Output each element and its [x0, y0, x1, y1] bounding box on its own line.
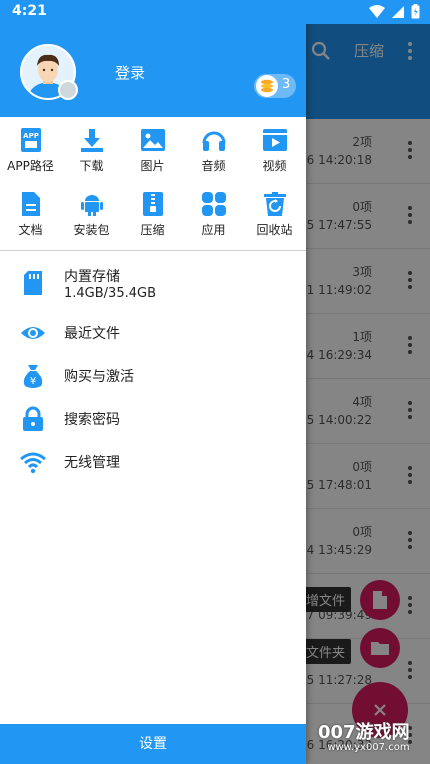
grid-item-document[interactable]: 文档: [0, 185, 61, 245]
wifi-icon: [20, 449, 46, 475]
sd-card-icon: [20, 270, 46, 296]
grid-item-zip[interactable]: 压缩: [122, 185, 183, 245]
lock-icon: [20, 406, 46, 432]
menu-item-wireless[interactable]: 无线管理: [0, 441, 306, 483]
menu-item-internal-storage[interactable]: 内置存储 1.4GB/35.4GB: [0, 262, 306, 304]
settings-button[interactable]: 设置: [0, 724, 306, 764]
menu-label: 无线管理: [64, 455, 120, 471]
grid-label: APP路径: [7, 159, 54, 173]
watermark: 007游戏网 www.yx007.com: [318, 718, 410, 753]
cell-signal-icon: [391, 4, 405, 23]
status-time: 4:21: [12, 3, 47, 19]
drawer-header: 登录 3: [0, 24, 306, 117]
android-icon: [79, 191, 105, 217]
grid-label: 应用: [201, 223, 226, 237]
grid-label: 回收站: [256, 223, 293, 237]
grid-item-video[interactable]: 视频: [244, 121, 305, 181]
menu-label: 搜索密码: [64, 412, 120, 428]
recycle-bin-icon: [262, 191, 288, 217]
watermark-main: 007游戏网: [318, 722, 410, 743]
coin-icon: [256, 75, 278, 97]
watermark-sub: www.yx007.com: [327, 742, 410, 753]
menu-item-recent-files[interactable]: 最近文件: [0, 312, 306, 354]
grid-label: 音频: [201, 159, 226, 173]
login-link[interactable]: 登录: [115, 62, 145, 83]
menu-item-purchase-activate[interactable]: ¥ 购买与激活: [0, 355, 306, 397]
wifi-signal-icon: [369, 4, 385, 23]
vip-badge-icon: [58, 80, 78, 100]
grid-label: 文档: [18, 223, 43, 237]
grid-label: 下载: [79, 159, 104, 173]
coin-count: 3: [282, 77, 291, 92]
status-bar: 4:21: [0, 0, 430, 24]
grid-item-audio[interactable]: 音频: [183, 121, 244, 181]
storage-usage: 1.4GB/35.4GB: [64, 286, 156, 301]
menu-item-search-password[interactable]: 搜索密码: [0, 398, 306, 440]
zip-icon: [140, 191, 166, 217]
eye-icon: [20, 320, 46, 346]
menu-label: 最近文件: [64, 326, 120, 342]
image-icon: [140, 127, 166, 153]
grid-label: 图片: [140, 159, 165, 173]
apps-icon: [201, 191, 227, 217]
grid-item-download[interactable]: 下载: [61, 121, 122, 181]
grid-item-recycle-bin[interactable]: 回收站: [244, 185, 305, 245]
coin-balance[interactable]: 3: [254, 74, 296, 98]
grid-item-apk[interactable]: 安装包: [61, 185, 122, 245]
headphones-icon: [201, 127, 227, 153]
grid-label: 安装包: [73, 223, 110, 237]
download-icon: [79, 127, 105, 153]
battery-icon: [411, 4, 420, 23]
navigation-drawer: 登录 3 APP APP路径 下载 图片 音频 视频 文档 安装包 压缩 应用 …: [0, 0, 306, 764]
grid-item-apps[interactable]: 应用: [183, 185, 244, 245]
menu-label: 购买与激活: [64, 369, 134, 385]
money-bag-icon: ¥: [20, 363, 46, 389]
svg-text:¥: ¥: [30, 376, 36, 387]
app-path-icon: APP: [18, 127, 44, 153]
grid-item-app-path[interactable]: APP APP路径: [0, 121, 61, 181]
grid-item-image[interactable]: 图片: [122, 121, 183, 181]
grid-label: 压缩: [140, 223, 165, 237]
grid-label: 视频: [262, 159, 287, 173]
divider: [0, 250, 306, 251]
video-icon: [262, 127, 288, 153]
document-icon: [18, 191, 44, 217]
storage-title: 内置存储: [64, 269, 120, 285]
svg-text:APP: APP: [23, 132, 39, 140]
